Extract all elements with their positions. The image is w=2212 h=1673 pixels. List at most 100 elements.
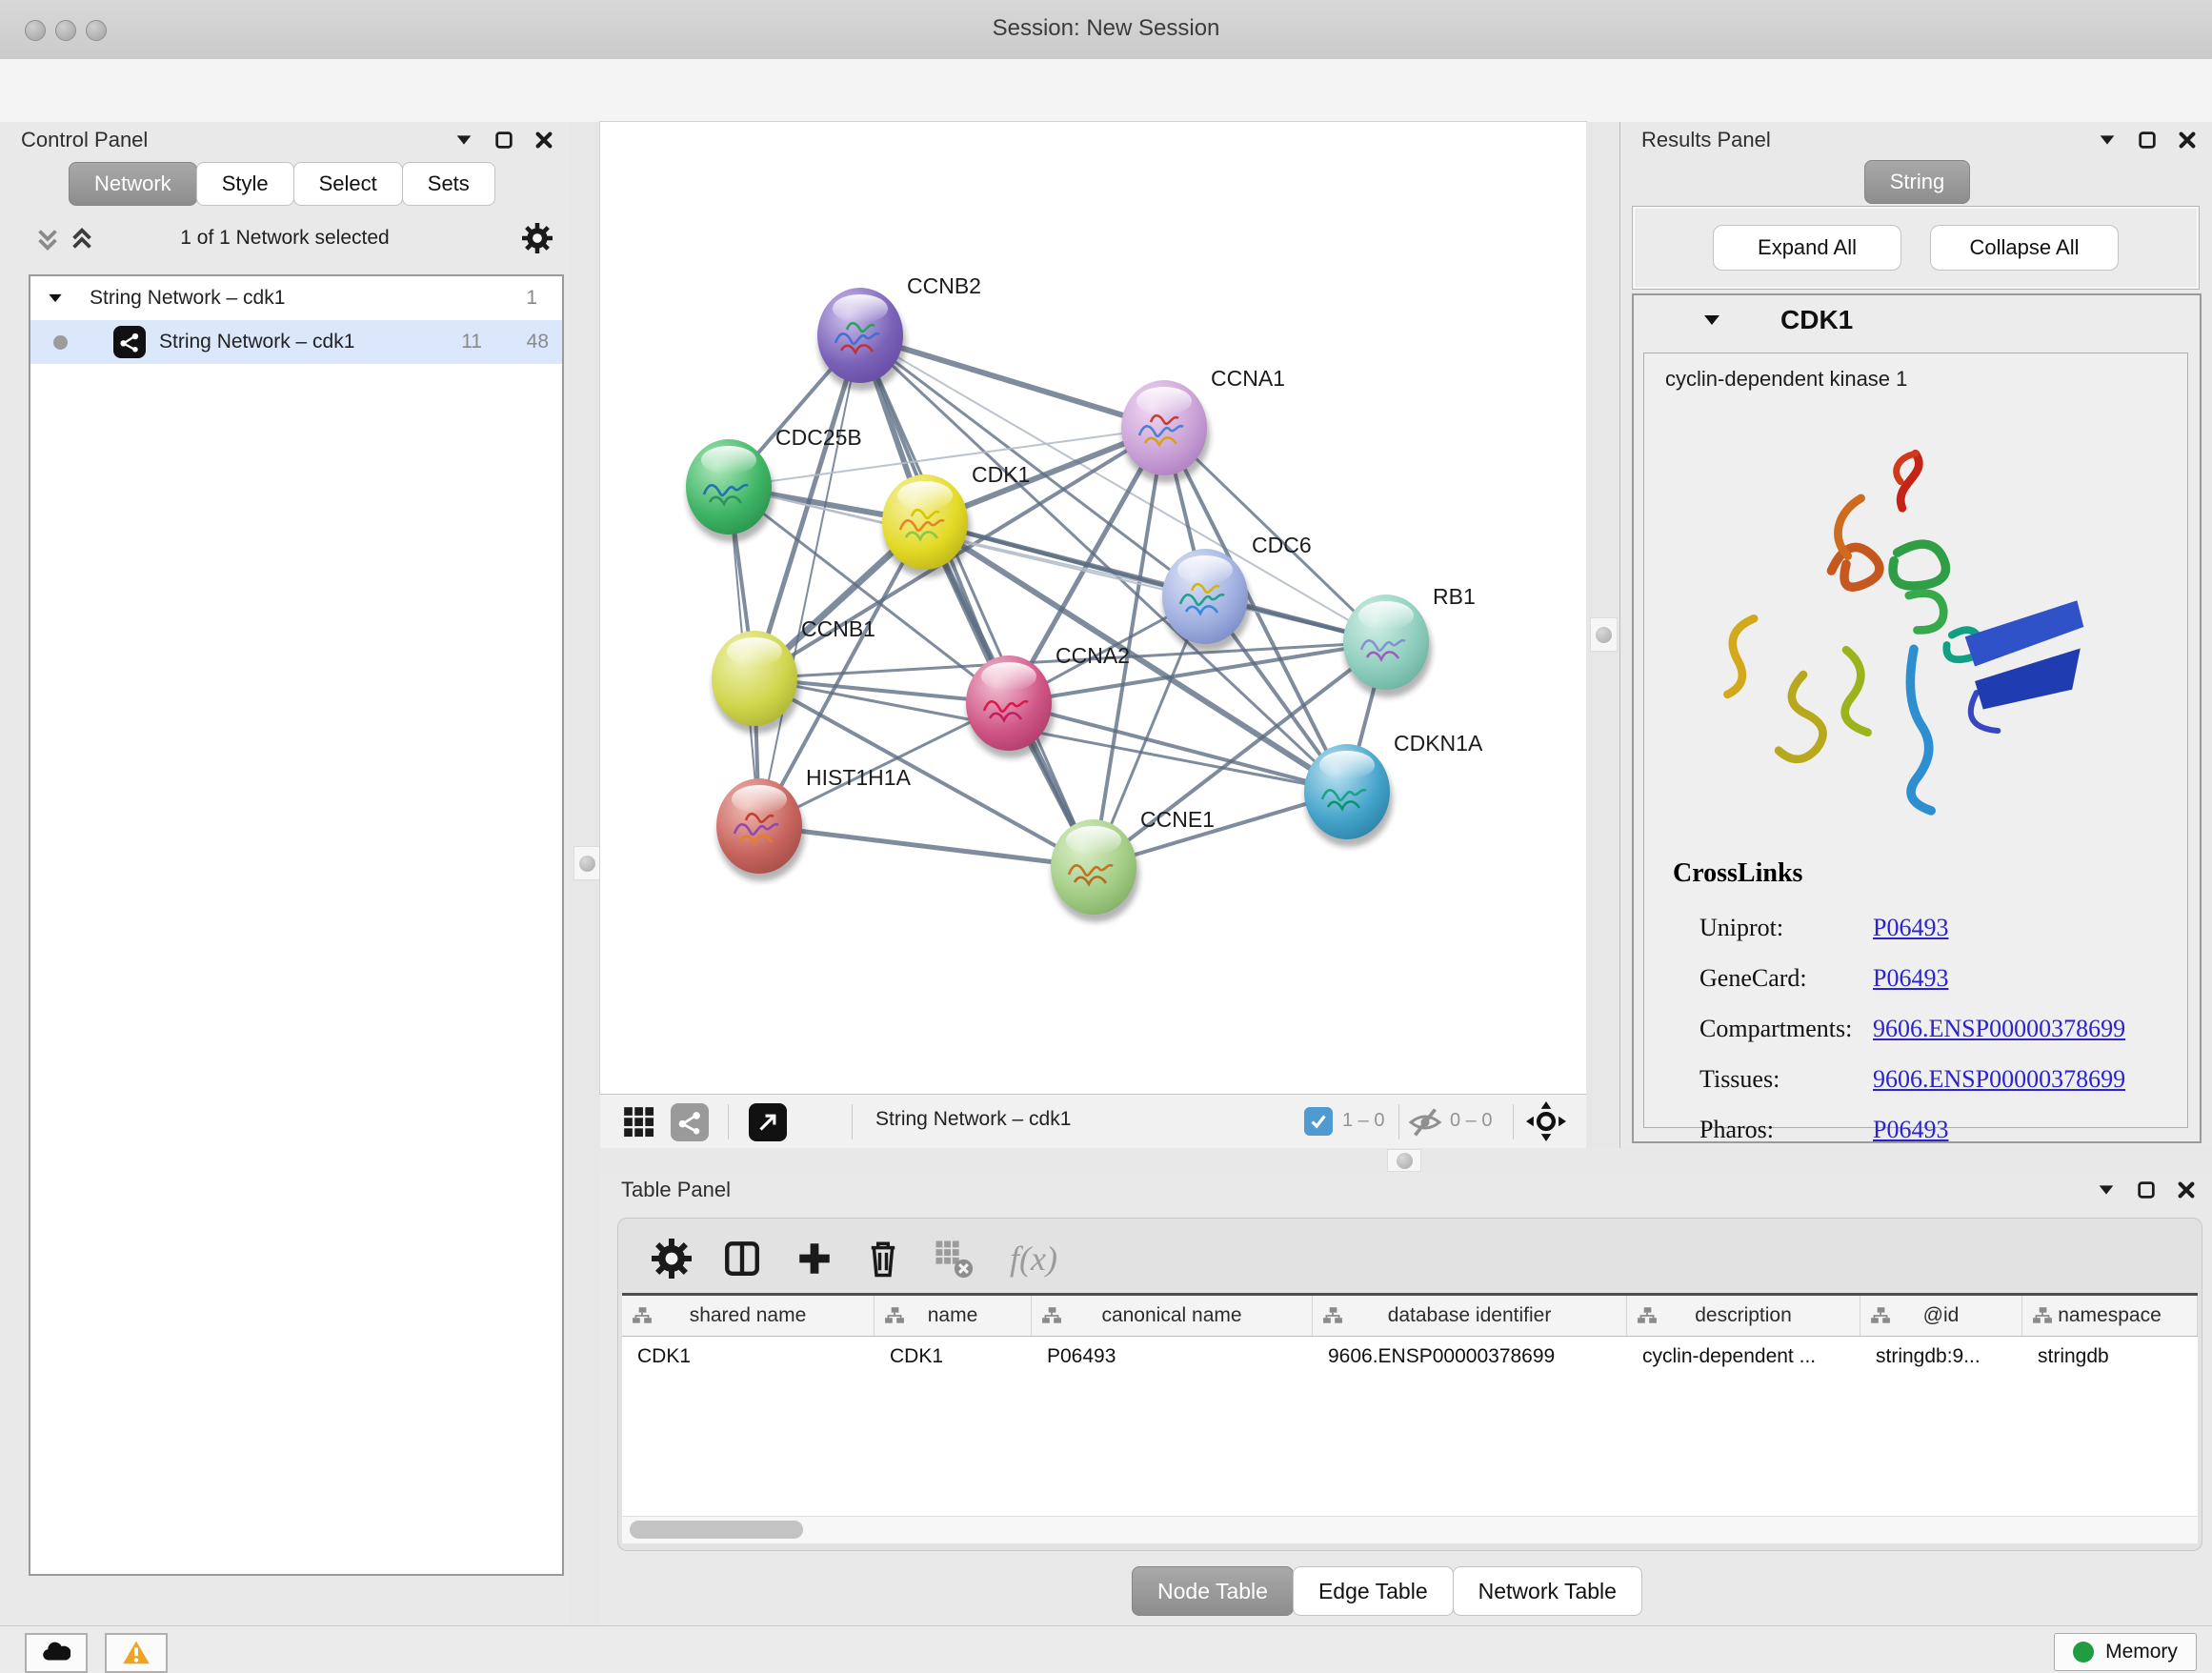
node-CCNA1[interactable] <box>1121 380 1210 483</box>
splitter-handle[interactable] <box>573 846 600 880</box>
memory-button[interactable]: Memory <box>2054 1633 2197 1671</box>
string-network-graph[interactable]: CCNB2CCNA1CDC25BCDK1CDC6RB1CCNB1CCNA2CDK… <box>600 122 1586 1094</box>
node-CCNB2[interactable] <box>817 288 906 391</box>
collapse-all-button[interactable]: Collapse All <box>1930 225 2119 271</box>
column-label: database identifier <box>1388 1304 1552 1327</box>
network-row-selected[interactable]: String Network – cdk1 11 48 <box>30 320 562 364</box>
column-header-database-identifier[interactable]: database identifier <box>1313 1296 1627 1336</box>
selected-checkbox[interactable] <box>1304 1107 1333 1136</box>
delete-column-button[interactable] <box>856 1232 910 1285</box>
tab-network[interactable]: Network <box>69 162 197 206</box>
network-view-toolbar: String Network – cdk1 1 – 0 0 – 0 <box>600 1094 1586 1150</box>
tab-network-table[interactable]: Network Table <box>1453 1566 1642 1616</box>
warnings-button[interactable] <box>105 1633 168 1673</box>
node-CCNA2[interactable] <box>966 655 1055 758</box>
control-panel-title: Control Panel <box>0 128 148 152</box>
cell-namespace[interactable]: stringdb <box>2022 1337 2198 1377</box>
panel-close-icon[interactable] <box>2177 130 2198 151</box>
tab-edge-table[interactable]: Edge Table <box>1293 1566 1454 1616</box>
collapse-triangle-icon[interactable] <box>1700 309 1723 332</box>
edge-CCNA2-CDKN1A[interactable] <box>1009 703 1347 792</box>
tab-style[interactable]: Style <box>196 162 294 206</box>
hidden-eye-slash-icon[interactable] <box>1408 1105 1442 1139</box>
left-splitter[interactable] <box>570 122 600 1625</box>
crosslink-link[interactable]: 9606.ENSP00000378699 <box>1873 1065 2125 1094</box>
node-count: 11 <box>461 331 482 353</box>
add-column-button[interactable] <box>788 1232 841 1285</box>
cell-canonical-name[interactable]: P06493 <box>1032 1337 1313 1377</box>
column-header-description[interactable]: description <box>1627 1296 1860 1336</box>
tab-string[interactable]: String <box>1864 160 1970 204</box>
cloud-status-button[interactable] <box>25 1633 88 1673</box>
network-collection-row[interactable]: String Network – cdk1 1 <box>30 276 562 320</box>
grid-view-icon[interactable] <box>621 1104 657 1140</box>
splitter-handle[interactable] <box>1590 617 1618 652</box>
network-canvas[interactable]: CCNB2CCNA1CDC25BCDK1CDC6RB1CCNB1CCNA2CDK… <box>600 122 1586 1094</box>
node-CDK1[interactable] <box>882 474 971 577</box>
column-header-namespace[interactable]: namespace <box>2022 1296 2198 1336</box>
results-panel-title: Results Panel <box>1620 128 1771 152</box>
node-HIST1H1A[interactable] <box>716 778 805 881</box>
edge-CCNB2-HIST1H1A[interactable] <box>759 335 860 826</box>
horizontal-splitter[interactable] <box>600 1148 2212 1172</box>
crosslink-link[interactable]: P06493 <box>1873 1116 1948 1144</box>
right-splitter[interactable] <box>1586 122 1619 1148</box>
cell-description[interactable]: cyclin-dependent ... <box>1627 1337 1860 1377</box>
node-CDC25B[interactable] <box>686 439 774 542</box>
column-header-canonical-name[interactable]: canonical name <box>1032 1296 1313 1336</box>
panel-menu-icon[interactable] <box>2097 130 2118 151</box>
crosslink-label: Pharos: <box>1699 1116 1873 1144</box>
share-network-button[interactable] <box>671 1103 709 1141</box>
collapse-all-icon[interactable] <box>34 225 61 253</box>
panel-float-icon[interactable] <box>2137 130 2158 151</box>
panel-float-icon[interactable] <box>493 130 514 151</box>
node-CCNE1[interactable] <box>1051 819 1139 922</box>
panel-menu-icon[interactable] <box>453 130 474 151</box>
column-header-name[interactable]: name <box>875 1296 1032 1336</box>
memory-status-dot <box>2073 1642 2094 1663</box>
crosslink-link[interactable]: P06493 <box>1873 964 1948 993</box>
crosslink-link[interactable]: 9606.ENSP00000378699 <box>1873 1015 2125 1043</box>
show-columns-button[interactable] <box>715 1232 769 1285</box>
node-CDKN1A[interactable] <box>1304 744 1393 847</box>
panel-close-icon[interactable] <box>533 130 554 151</box>
edge-HIST1H1A-CCNE1[interactable] <box>759 826 1094 867</box>
chevron-down-icon[interactable] <box>46 289 65 308</box>
cell-shared-name[interactable]: CDK1 <box>622 1337 875 1377</box>
node-label-CDC25B: CDC25B <box>775 425 862 450</box>
table-row[interactable]: CDK1CDK1P064939606.ENSP00000378699cyclin… <box>622 1337 2198 1377</box>
gene-description: cyclin-dependent kinase 1 <box>1665 367 1907 392</box>
node-CDC6[interactable] <box>1162 549 1251 652</box>
column-header--id[interactable]: @id <box>1860 1296 2022 1336</box>
panel-close-icon[interactable] <box>2176 1179 2197 1200</box>
splitter-handle[interactable] <box>1387 1149 1421 1172</box>
expand-all-button[interactable]: Expand All <box>1713 225 1901 271</box>
cloud-icon <box>42 1639 70 1667</box>
column-header-shared-name[interactable]: shared name <box>622 1296 875 1336</box>
birds-eye-view-button[interactable] <box>749 1103 787 1141</box>
table-panel-title: Table Panel <box>600 1178 731 1202</box>
expand-all-icon[interactable] <box>69 225 95 253</box>
tab-select[interactable]: Select <box>293 162 403 206</box>
move-crosshair-icon[interactable] <box>1526 1101 1566 1141</box>
results-panel-header: Results Panel <box>1620 122 2212 158</box>
crosslink-link[interactable]: P06493 <box>1873 914 1948 942</box>
table-horizontal-scrollbar[interactable] <box>622 1516 2198 1543</box>
cell--id[interactable]: stringdb:9... <box>1860 1337 2022 1377</box>
node-RB1[interactable] <box>1343 595 1432 697</box>
gear-icon <box>652 1239 692 1279</box>
gear-icon[interactable] <box>522 223 553 253</box>
panel-menu-icon[interactable] <box>2096 1179 2117 1200</box>
gene-detail-card: cyclin-dependent kinase 1 <box>1643 353 2188 1128</box>
edge-CCNB2-CCNA1[interactable] <box>860 335 1164 428</box>
cell-name[interactable]: CDK1 <box>875 1337 1032 1377</box>
panel-float-icon[interactable] <box>2136 1179 2157 1200</box>
gene-section-header[interactable]: CDK1 <box>1634 295 2200 345</box>
network-selected-summary: 1 of 1 Network selected <box>105 227 465 250</box>
scrollbar-thumb[interactable] <box>630 1521 803 1539</box>
tab-node-table[interactable]: Node Table <box>1132 1566 1294 1616</box>
tab-sets[interactable]: Sets <box>402 162 495 206</box>
table-settings-button[interactable] <box>645 1232 698 1285</box>
network-label: String Network – cdk1 <box>159 331 354 353</box>
cell-database-identifier[interactable]: 9606.ENSP00000378699 <box>1313 1337 1627 1377</box>
